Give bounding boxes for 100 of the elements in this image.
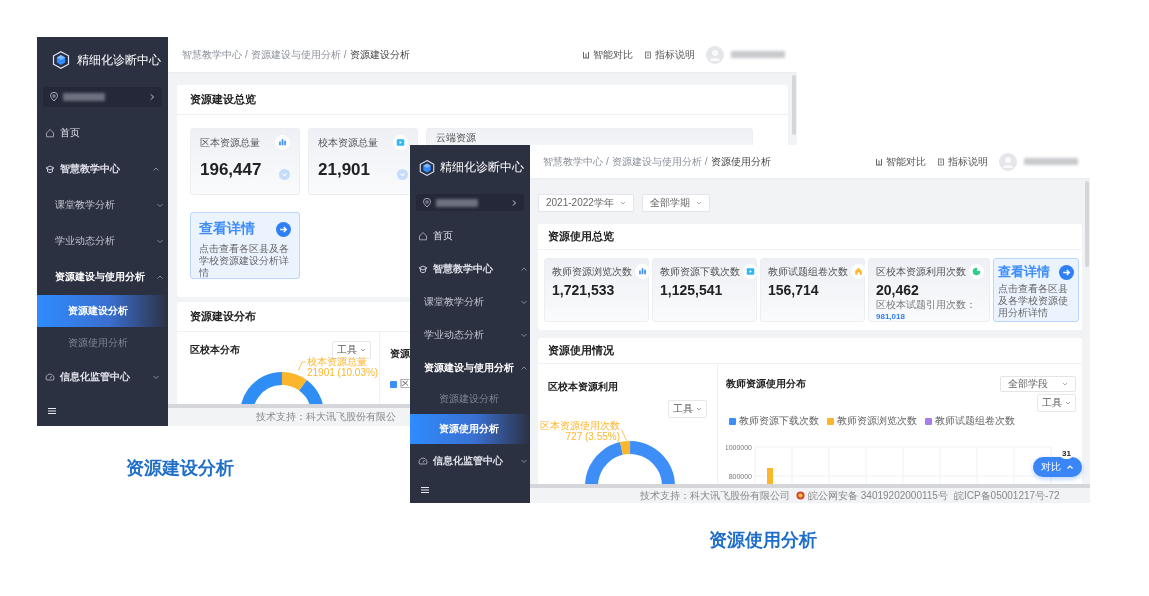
bar (767, 468, 773, 484)
compare-link[interactable]: 智能对比 (871, 154, 930, 169)
menu-item[interactable]: 首页 (37, 115, 168, 151)
callout-label: 21901 (10.03%) (307, 367, 379, 378)
breadcrumb-link[interactable]: 资源建设与使用分析 (611, 154, 702, 169)
menu-item[interactable]: 资源建设分析 (37, 295, 168, 327)
legend-label: 区 (400, 377, 410, 391)
menu-item[interactable]: 资源使用分析 (37, 327, 168, 359)
chevron-right-icon (148, 93, 156, 101)
menu-item[interactable]: 智慧教学中心 (37, 151, 168, 187)
breadcrumb-link[interactable]: 资源建设分析 (349, 47, 410, 62)
blurred-username (731, 51, 785, 58)
menu-item[interactable]: 课堂教学分析 (410, 285, 530, 318)
breadcrumb-link[interactable]: 资源使用分析 (710, 154, 771, 169)
view-details-card[interactable]: 查看详情 点击查看各区县及各学校资源建设分析详情 (190, 212, 300, 279)
menu-item[interactable]: 资源建设与使用分析 (410, 351, 530, 384)
metrics-guide-link[interactable]: 指标说明 (640, 47, 699, 62)
stat-label: 区校本资源利用次数 (876, 264, 966, 279)
metrics-guide-link[interactable]: 指标说明 (933, 154, 992, 169)
breadcrumb-separator: / (245, 49, 248, 60)
tools-dropdown[interactable]: 工具 (1037, 394, 1076, 412)
menu-item[interactable]: 资源使用分析 (410, 414, 530, 444)
stat-label: 云端资源 (436, 131, 476, 145)
menu-item[interactable]: 首页 (410, 219, 530, 252)
stat-label: 教师试题组卷次数 (768, 264, 848, 279)
arrow-right-icon (276, 221, 291, 237)
location-selector[interactable] (416, 194, 524, 211)
menu-item[interactable]: 信息化监管中心 (410, 444, 530, 477)
breadcrumb-link[interactable]: 智慧教学中心 (543, 154, 603, 169)
pie-chart-icon (969, 264, 984, 279)
location-pin-icon (422, 197, 432, 208)
chevron-right-icon (510, 198, 518, 207)
panel-title: 教师资源使用分布 (726, 377, 806, 391)
section-title: 资源使用总览 (548, 229, 614, 244)
stat-value: 1,125,541 (660, 282, 724, 298)
menu-icon[interactable] (47, 405, 57, 416)
breadcrumb-separator: / (343, 49, 347, 60)
cube-logo-icon (418, 158, 436, 177)
legend-swatch (390, 380, 397, 388)
blurred-label (63, 93, 105, 101)
chevron-up-icon (1066, 463, 1074, 471)
legend-label: 教师资源浏览次数 (837, 414, 917, 428)
app-title: 精细化诊断中心 (77, 51, 161, 69)
home-icon (418, 230, 428, 241)
filter-dropdown[interactable]: 2021-2022学年 (538, 194, 634, 212)
breadcrumb-separator: / (704, 156, 708, 167)
stat-value: 21,901 (318, 160, 370, 180)
menu-item[interactable]: 学业动态分析 (410, 318, 530, 351)
breadcrumb-link[interactable]: 资源建设与使用分析 (250, 47, 341, 62)
arrow-right-icon (1059, 264, 1074, 280)
document-icon (937, 157, 945, 166)
caret-icon (1062, 381, 1068, 387)
caption: 资源使用分析 (709, 529, 817, 552)
user-avatar[interactable] (706, 45, 724, 64)
cap-icon (45, 164, 55, 174)
gauge-icon (45, 372, 55, 382)
stat-label: 校本资源总量 (318, 135, 378, 150)
caret-icon (619, 200, 626, 206)
gauge-icon (418, 455, 428, 466)
cap-icon (418, 263, 428, 274)
blurred-username (1024, 158, 1078, 165)
compare-icon (582, 50, 590, 59)
stat-value: 156,714 (768, 282, 820, 298)
leader-line (621, 429, 627, 441)
view-details-card[interactable]: 查看详情 点击查看各区县及各学校资源使用分析详情 (993, 258, 1079, 322)
menu-item[interactable]: 学业动态分析 (37, 223, 168, 259)
location-selector[interactable] (43, 87, 162, 107)
compare-button[interactable]: 对比 (1033, 457, 1082, 477)
home-icon (45, 128, 55, 138)
menu-item[interactable]: 资源建设与使用分析 (37, 259, 168, 295)
section-title: 资源使用情况 (548, 343, 614, 358)
menu-item[interactable]: 课堂教学分析 (37, 187, 168, 223)
emblem-icon (796, 491, 805, 500)
menu-item[interactable]: 资源建设分析 (410, 384, 530, 414)
stat-value: 1,721,533 (552, 282, 616, 298)
legend-label: 教师试题组卷次数 (935, 414, 1015, 428)
bar-chart-icon (275, 135, 290, 150)
caret-icon (1065, 400, 1071, 406)
details-description: 点击查看各区县及各学校资源使用分析详情 (998, 283, 1069, 319)
filter-dropdown[interactable]: 全部学期 (641, 194, 710, 212)
grade-dropdown[interactable]: 全部学段 (1000, 376, 1076, 392)
blurred-label (436, 198, 478, 207)
details-description: 点击查看各区县及各学校资源建设分析详情 (199, 243, 290, 279)
cube-logo-icon (51, 50, 71, 70)
tools-dropdown[interactable]: 工具 (668, 400, 707, 418)
footer-text: 技术支持：科大讯飞股份有限公 (256, 410, 396, 424)
stat-value: 196,447 (200, 160, 262, 180)
panel-title: 资源 (390, 348, 410, 359)
menu-icon[interactable] (420, 485, 430, 495)
footer-text: 技术支持：科大讯飞股份有限公司 (640, 488, 790, 503)
callout-label: 校本资源总量 (307, 356, 368, 367)
menu-item[interactable]: 信息化监管中心 (37, 359, 168, 395)
callout-label: 区本资源使用次数 (540, 420, 620, 431)
menu-item[interactable]: 智慧教学中心 (410, 252, 530, 285)
house-icon (851, 264, 866, 279)
caret-icon (695, 200, 702, 206)
stat-note: 区校本试题引用次数： 981,018 (876, 299, 977, 322)
compare-link[interactable]: 智能对比 (578, 47, 637, 62)
user-avatar[interactable] (999, 152, 1017, 171)
breadcrumb-link[interactable]: 智慧教学中心 (182, 47, 242, 62)
